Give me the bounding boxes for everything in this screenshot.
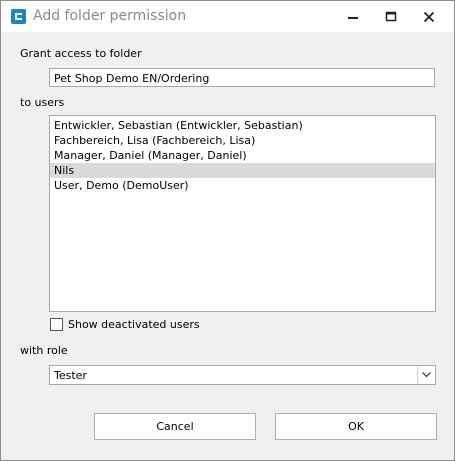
ok-button[interactable]: OK xyxy=(275,413,437,440)
maximize-button[interactable] xyxy=(374,1,408,32)
role-select-value: Tester xyxy=(54,369,87,382)
cancel-button[interactable]: Cancel xyxy=(94,413,256,440)
user-list-item-selected[interactable]: Nils xyxy=(50,163,435,178)
grant-access-label: Grant access to folder xyxy=(20,47,142,60)
with-role-label: with role xyxy=(20,344,68,357)
title-bar[interactable]: Add folder permission xyxy=(1,1,454,32)
minimize-icon xyxy=(348,17,358,19)
role-select[interactable]: Tester xyxy=(49,365,436,385)
close-icon xyxy=(423,11,435,23)
users-listbox[interactable]: Entwickler, Sebastian (Entwickler, Sebas… xyxy=(49,115,436,312)
close-button[interactable] xyxy=(412,1,446,32)
folder-field[interactable]: Pet Shop Demo EN/Ordering xyxy=(49,68,435,87)
dialog-window: Add folder permission Grant access to fo… xyxy=(0,0,455,461)
to-users-label: to users xyxy=(20,96,65,109)
window-title: Add folder permission xyxy=(33,8,187,24)
user-list-item[interactable]: Entwickler, Sebastian (Entwickler, Sebas… xyxy=(50,118,435,133)
show-deactivated-label[interactable]: Show deactivated users xyxy=(68,318,200,331)
show-deactivated-checkbox[interactable] xyxy=(50,318,63,331)
user-list-item[interactable]: Fachbereich, Lisa (Fachbereich, Lisa) xyxy=(50,133,435,148)
role-dropdown-button[interactable] xyxy=(417,366,435,384)
chevron-down-icon xyxy=(422,372,431,378)
user-list-item[interactable]: User, Demo (DemoUser) xyxy=(50,178,435,193)
minimize-button[interactable] xyxy=(336,1,370,32)
app-icon xyxy=(11,9,26,24)
maximize-icon xyxy=(385,11,397,22)
user-list-item[interactable]: Manager, Daniel (Manager, Daniel) xyxy=(50,148,435,163)
